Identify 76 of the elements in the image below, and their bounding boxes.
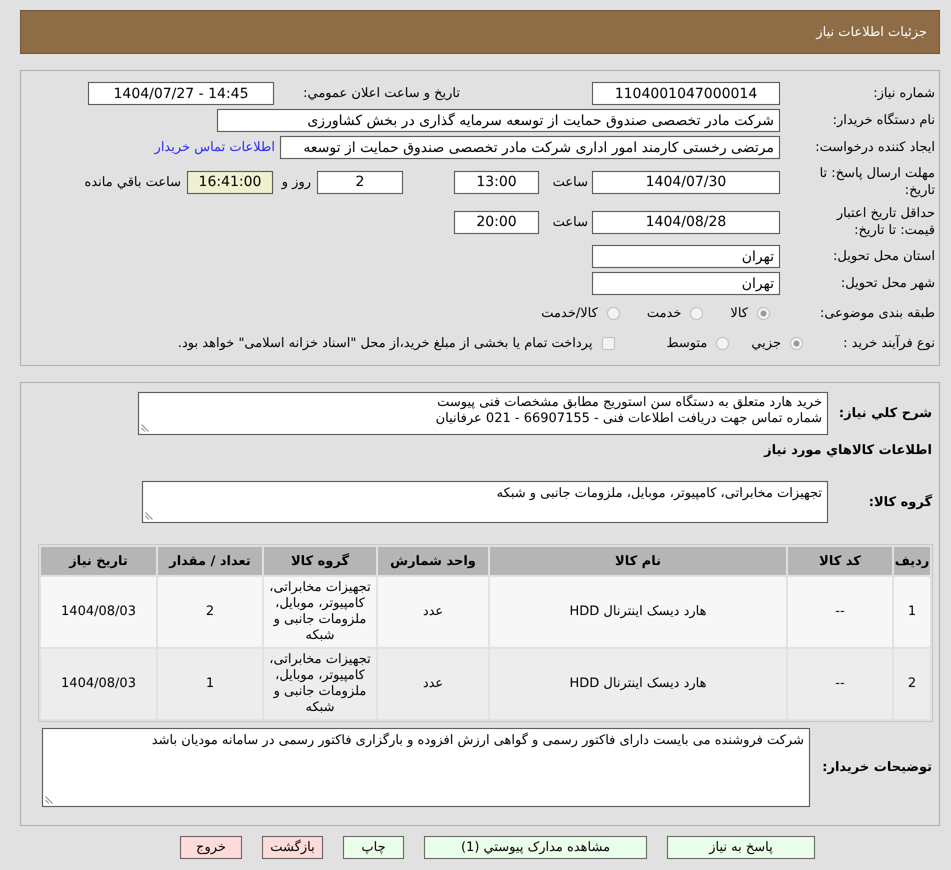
- city-field[interactable]: تهران: [592, 272, 780, 295]
- buyer-org-field[interactable]: شرکت مادر تخصصی صندوق حمایت از توسعه سرمایه گذاری در بخش کشاورزی: [217, 109, 780, 132]
- field-label: طبقه بندی موضوعی:: [818, 305, 935, 322]
- buyer-contact-link[interactable]: اطلاعات تماس خریدار: [154, 140, 275, 155]
- table-cell: 2: [158, 577, 262, 647]
- radio-button[interactable]: [690, 307, 704, 320]
- field-label: ایجاد کننده درخواست:: [814, 139, 935, 156]
- action-button[interactable]: پاسخ به نیاز: [667, 836, 815, 859]
- option-label: جزيي: [751, 336, 781, 351]
- province-field[interactable]: تهران: [592, 245, 780, 268]
- goods-group-field[interactable]: تجهیزات مخابراتی، کامپیوتر، موبایل، ملزومات جانبی و شبکه: [142, 481, 828, 523]
- field-label: شرح کلي نیاز:: [838, 405, 932, 422]
- requester-field[interactable]: مرتضی رخستی کارمند امور اداری شرکت مادر تخصصی صندوق حمایت از توسعه: [280, 136, 780, 159]
- column-header: تاریخ نیاز: [41, 547, 156, 575]
- validity-date-field[interactable]: 1404/08/28: [592, 210, 780, 234]
- days-left-field[interactable]: 2: [317, 170, 403, 194]
- action-button[interactable]: مشاهده مدارک پیوستي (1): [424, 836, 647, 859]
- page-title: جزئیات اطلاعات نیاز: [816, 24, 927, 40]
- field-label: ساعت: [552, 174, 588, 190]
- option-label: کالا: [730, 306, 748, 321]
- field-label: شماره نیاز:: [872, 85, 935, 102]
- field-label: تاریخ و ساعت اعلان عمومي:: [302, 85, 460, 102]
- section-title: اطلاعات کالاهاي مورد نیاز: [764, 442, 932, 459]
- radio-button[interactable]: [757, 307, 770, 320]
- radio-button[interactable]: [716, 337, 730, 350]
- radio-button[interactable]: [606, 307, 620, 320]
- action-button[interactable]: بازگشت: [262, 836, 323, 859]
- table-cell: هارد دیسک اینترنال HDD: [490, 649, 786, 719]
- table-cell: تجهیزات مخابراتی، کامپیوتر، موبایل، ملزومات جانبی و شبکه: [264, 577, 376, 647]
- option-label: کالا/خدمت: [541, 306, 598, 321]
- field-label: ساعت باقي مانده: [84, 174, 181, 190]
- radio-button[interactable]: [790, 337, 803, 350]
- option-label: متوسط: [666, 336, 708, 351]
- table-cell: 1404/08/03: [41, 577, 156, 647]
- deadline-date-field[interactable]: 1404/07/30: [592, 170, 780, 194]
- field-label: حداقل تاریخ اعتبار قیمت: تا تاریخ:: [835, 205, 935, 239]
- field-label: نام دستگاه خریدار:: [832, 112, 935, 129]
- column-header: ردیف: [894, 547, 930, 575]
- resize-grip-icon[interactable]: [45, 796, 53, 804]
- action-button[interactable]: خروج: [180, 836, 242, 859]
- buyer-notes-field[interactable]: شرکت فروشنده می بایست دارای فاکتور رسمی و گواهی ارزش افزوده و بارگزاری فاکتور رسمی در سامانه مودیان باشد: [42, 728, 810, 807]
- action-button[interactable]: چاپ: [343, 836, 404, 859]
- announce-date-field[interactable]: 1404/07/27 - 14:45: [88, 82, 274, 105]
- validity-time-field[interactable]: 20:00: [454, 210, 539, 234]
- deadline-time-field[interactable]: 13:00: [454, 170, 539, 194]
- table-cell: عدد: [378, 649, 488, 719]
- field-label: روز و: [281, 174, 311, 190]
- field-label: مهلت ارسال پاسخ: تا تاریخ:: [818, 165, 935, 199]
- table-cell: --: [788, 577, 892, 647]
- table-cell: تجهیزات مخابراتی، کامپیوتر، موبایل، ملزومات جانبی و شبکه: [264, 649, 376, 719]
- field-label: گروه کالا:: [868, 494, 932, 510]
- resize-grip-icon[interactable]: [145, 512, 153, 520]
- column-header: گروه کالا: [264, 547, 376, 575]
- field-label: نوع فرآیند خرید :: [842, 335, 935, 352]
- table-cell: --: [788, 649, 892, 719]
- table-cell: هارد دیسک اینترنال HDD: [490, 577, 786, 647]
- field-label: استان محل تحویل:: [832, 248, 935, 265]
- column-header: کد کالا: [788, 547, 892, 575]
- field-label: شهر محل تحویل:: [840, 275, 935, 292]
- column-header: تعداد / مقدار: [158, 547, 262, 575]
- table-cell: 1404/08/03: [41, 649, 156, 719]
- table-cell: عدد: [378, 577, 488, 647]
- checkbox[interactable]: [602, 337, 616, 350]
- column-header: واحد شمارش: [378, 547, 488, 575]
- field-label: توضیحات خریدار:: [821, 759, 932, 776]
- time-left-field[interactable]: 16:41:00: [187, 170, 273, 194]
- field-label: ساعت: [552, 214, 588, 230]
- column-header: نام کالا: [490, 547, 786, 575]
- table-cell: 2: [894, 649, 930, 719]
- table-cell: 1: [158, 649, 262, 719]
- checkbox-label: پرداخت تمام یا بخشی از مبلغ خرید،از محل "اسناد خزانه اسلامی" خواهد بود.: [178, 336, 592, 351]
- need-number-field[interactable]: 1104001047000014: [592, 82, 780, 105]
- description-field[interactable]: خرید هارد متعلق به دستگاه سن استوریج مطابق مشخصات فنی پیوست شماره تماس جهت دریافت اطلاعات فنی - 66907155 - 021 عرفانیان: [138, 392, 828, 435]
- option-label: خدمت: [646, 306, 682, 321]
- table-cell: 1: [894, 577, 930, 647]
- resize-grip-icon[interactable]: [141, 424, 149, 432]
